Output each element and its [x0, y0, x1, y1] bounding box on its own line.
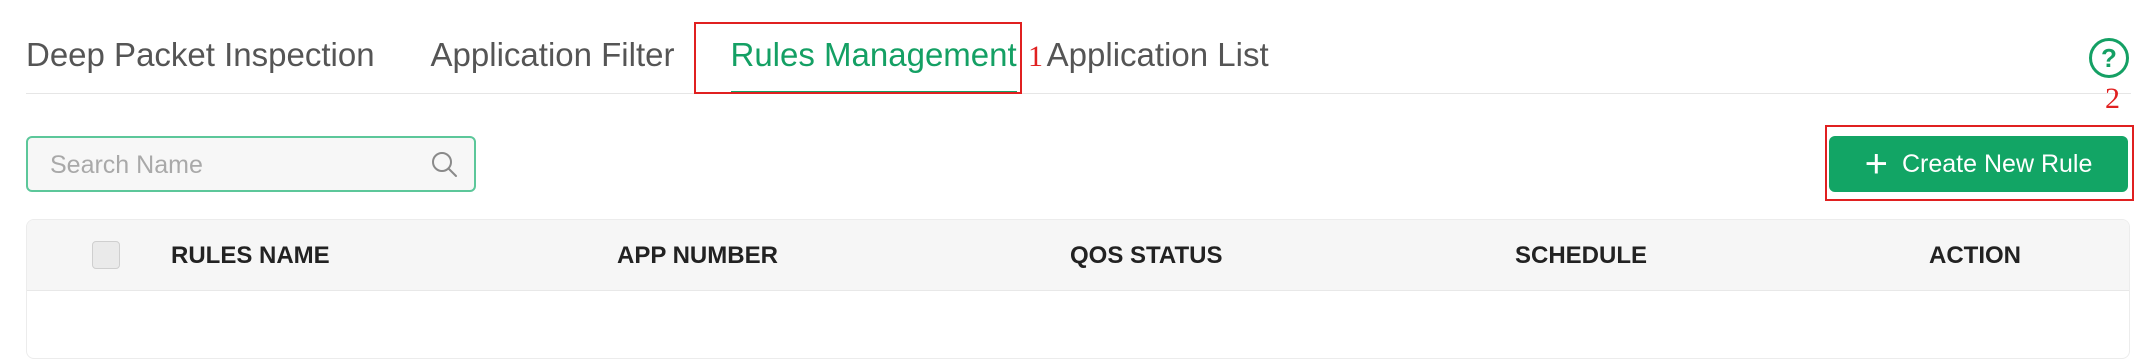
tab-application-filter[interactable]: Application Filter: [431, 36, 675, 94]
annotation-box-1: [694, 22, 1022, 94]
tabs-divider: [26, 93, 2131, 94]
annotation-number-2: 2: [2105, 82, 2120, 115]
annotation-number-1: 1: [1028, 40, 1043, 73]
search-box[interactable]: [26, 136, 476, 192]
search-input[interactable]: [48, 138, 412, 192]
tab-deep-packet-inspection[interactable]: Deep Packet Inspection: [26, 36, 375, 94]
column-header-rules-name[interactable]: RULES NAME: [171, 242, 330, 270]
create-new-rule-button[interactable]: + Create New Rule: [1829, 136, 2128, 192]
table-header: RULES NAME APP NUMBER QOS STATUS SCHEDUL…: [27, 220, 2129, 291]
plus-icon: +: [1864, 142, 1888, 186]
select-all-checkbox[interactable]: [92, 241, 120, 269]
column-header-schedule[interactable]: SCHEDULE: [1515, 242, 1647, 270]
tab-bar: Deep Packet Inspection Application Filte…: [26, 0, 1325, 94]
rules-table: RULES NAME APP NUMBER QOS STATUS SCHEDUL…: [26, 219, 2130, 359]
column-header-qos-status[interactable]: QOS STATUS: [1070, 242, 1222, 270]
column-header-action: ACTION: [1929, 242, 2021, 269]
create-new-rule-label: Create New Rule: [1902, 149, 2093, 178]
tab-application-list[interactable]: Application List: [1047, 36, 1269, 94]
help-icon[interactable]: ?: [2089, 38, 2129, 78]
search-icon[interactable]: [430, 150, 458, 178]
column-header-app-number[interactable]: APP NUMBER: [617, 242, 778, 270]
